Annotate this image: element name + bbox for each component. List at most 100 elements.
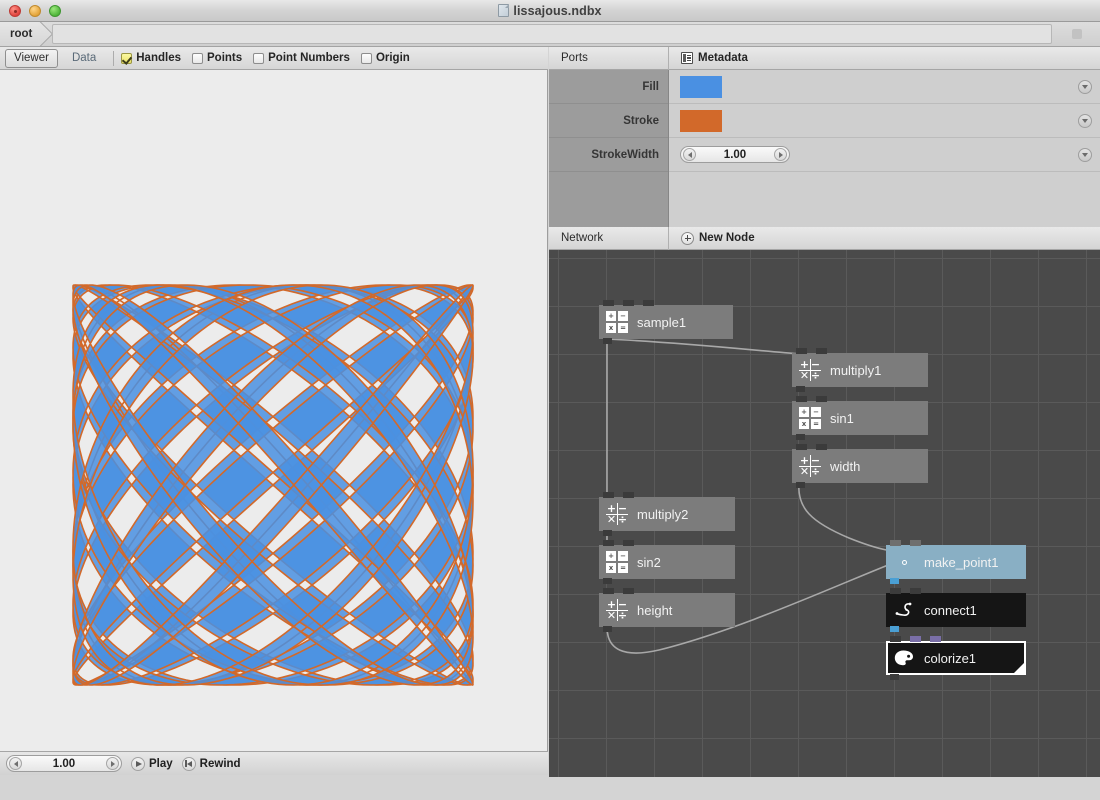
viewer-toolbar: Viewer Data Handles Points Point Numbers	[0, 47, 548, 70]
stroke-color-swatch[interactable]	[680, 110, 722, 132]
node-output-port[interactable]	[796, 386, 805, 392]
node-input-port[interactable]	[796, 348, 807, 354]
node-input-port[interactable]	[930, 636, 941, 642]
rewind-label: Rewind	[200, 758, 241, 770]
node-input-port[interactable]	[910, 540, 921, 546]
network-canvas[interactable]: +−x= sample1 +−✕÷ multiply1 +−x=sin1 +−✕÷widt…	[549, 250, 1100, 777]
option-handles[interactable]: Handles	[121, 52, 181, 64]
node-sin1[interactable]: +−x=sin1	[792, 401, 928, 435]
pathbar-field[interactable]	[52, 24, 1052, 44]
node-input-port[interactable]	[603, 300, 614, 306]
rewind-button[interactable]: Rewind	[182, 757, 241, 771]
grid-line-vertical	[750, 250, 751, 777]
node-input-port[interactable]	[796, 396, 807, 402]
ports-header-label: Ports	[549, 47, 669, 70]
grid-line-vertical	[798, 250, 799, 777]
port-label-empty	[549, 172, 668, 227]
node-input-port[interactable]	[623, 492, 634, 498]
sin-icon: +−x=	[606, 311, 628, 333]
play-button[interactable]: Play	[131, 757, 173, 771]
node-input-port[interactable]	[796, 444, 807, 450]
fill-disclosure-icon[interactable]	[1078, 80, 1092, 94]
node-input-port[interactable]	[623, 588, 634, 594]
node-width[interactable]: +−✕÷width	[792, 449, 928, 483]
node-multiply1[interactable]: +−✕÷ multiply1	[792, 353, 928, 387]
math-icon: +−✕÷	[799, 359, 821, 381]
node-sample1[interactable]: +−x= sample1	[599, 305, 733, 339]
breadcrumb-root[interactable]: root	[0, 22, 38, 46]
stop-button[interactable]	[1058, 25, 1096, 43]
node-label: sample1	[637, 315, 686, 330]
option-points[interactable]: Points	[192, 52, 242, 64]
node-input-port[interactable]	[643, 300, 654, 306]
frame-stepper[interactable]: 1.00	[6, 755, 122, 772]
node-input-port[interactable]	[623, 300, 634, 306]
node-colorize1[interactable]: colorize1	[886, 641, 1026, 675]
point-numbers-checkbox[interactable]	[253, 53, 264, 64]
tab-metadata[interactable]: Metadata	[669, 52, 748, 64]
strokewidth-value: 1.00	[681, 149, 789, 161]
nodebox-window: lissajous.ndbx root Viewer Data Handles …	[0, 0, 1100, 800]
origin-checkbox[interactable]	[361, 53, 372, 64]
stroke-disclosure-icon[interactable]	[1078, 114, 1092, 128]
ports-value-column: 1.00	[669, 70, 1100, 227]
node-input-port[interactable]	[603, 492, 614, 498]
zoom-window-button[interactable]	[49, 5, 61, 17]
node-sin2[interactable]: +−x=sin2	[599, 545, 735, 579]
metadata-label: Metadata	[698, 52, 748, 64]
node-output-port[interactable]	[796, 434, 805, 440]
node-output-port[interactable]	[603, 626, 612, 632]
points-checkbox[interactable]	[192, 53, 203, 64]
node-output-port[interactable]	[890, 674, 899, 680]
grid-line-horizontal	[549, 738, 1100, 739]
option-point-numbers[interactable]: Point Numbers	[253, 52, 350, 64]
node-output-port[interactable]	[796, 482, 805, 488]
port-row-stroke	[669, 104, 1100, 138]
metadata-icon	[681, 52, 693, 64]
ports-label-column: Fill Stroke StrokeWidth	[549, 70, 669, 227]
node-input-port[interactable]	[603, 540, 614, 546]
strokewidth-stepper[interactable]: 1.00	[680, 146, 790, 163]
titlebar: lissajous.ndbx	[0, 0, 1100, 22]
node-input-port[interactable]	[623, 540, 634, 546]
option-origin[interactable]: Origin	[361, 52, 410, 64]
node-label: height	[637, 603, 672, 618]
network-panel: Network New Node +−x=sample1+−✕÷multip	[549, 227, 1100, 777]
node-make_point1[interactable]: make_point1	[886, 545, 1026, 579]
tab-data[interactable]: Data	[63, 49, 105, 68]
new-node-button[interactable]: New Node	[669, 232, 755, 245]
play-label: Play	[149, 758, 173, 770]
pathbar: root	[0, 22, 1100, 47]
strokewidth-disclosure-icon[interactable]	[1078, 148, 1092, 162]
node-output-port[interactable]	[890, 626, 899, 632]
node-output-port[interactable]	[603, 338, 612, 344]
handles-label: Handles	[136, 52, 181, 64]
node-input-port[interactable]	[816, 396, 827, 402]
node-input-port[interactable]	[910, 636, 921, 642]
node-input-port[interactable]	[816, 444, 827, 450]
node-connect1[interactable]: connect1	[886, 593, 1026, 627]
node-input-port[interactable]	[816, 348, 827, 354]
node-input-port[interactable]	[890, 636, 901, 642]
minimize-window-button[interactable]	[29, 5, 41, 17]
close-window-button[interactable]	[9, 5, 21, 17]
node-output-port[interactable]	[890, 578, 899, 584]
node-multiply2[interactable]: +−✕÷multiply2	[599, 497, 735, 531]
node-output-port[interactable]	[603, 578, 612, 584]
tab-viewer[interactable]: Viewer	[5, 49, 58, 68]
math-icon: +−✕÷	[799, 455, 821, 477]
node-input-port[interactable]	[890, 588, 901, 594]
node-label: multiply1	[830, 363, 881, 378]
handles-checkbox[interactable]	[121, 53, 132, 64]
node-input-port[interactable]	[603, 588, 614, 594]
fill-color-swatch[interactable]	[680, 76, 722, 98]
node-height[interactable]: +−✕÷height	[599, 593, 735, 627]
viewer-canvas[interactable]	[0, 70, 547, 752]
plus-circle-icon	[681, 232, 694, 245]
math-icon: +−✕÷	[606, 503, 628, 525]
points-label: Points	[207, 52, 242, 64]
node-output-port[interactable]	[603, 530, 612, 536]
toolbar-divider	[113, 51, 114, 66]
node-input-port[interactable]	[890, 540, 901, 546]
node-input-port[interactable]	[910, 588, 921, 594]
